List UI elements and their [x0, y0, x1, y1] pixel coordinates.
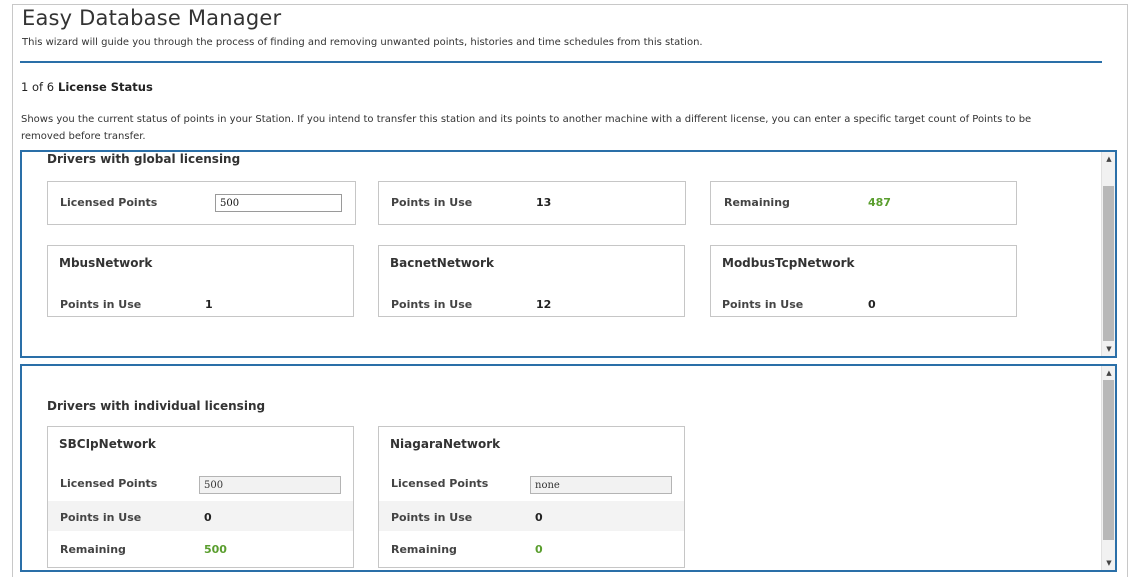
points-in-use-label: Points in Use [391, 511, 473, 524]
points-in-use-label: Points in Use [391, 196, 473, 209]
scroll-down-arrow-icon[interactable]: ▼ [1102, 556, 1115, 570]
network-card-niagara: NiagaraNetwork Licensed Points Points in… [378, 426, 685, 568]
scroll-up-arrow-icon[interactable]: ▲ [1102, 366, 1115, 380]
remaining-value: 500 [204, 543, 227, 556]
network-points-value: 1 [205, 298, 213, 311]
network-card-mbus: MbusNetwork Points in Use 1 [47, 245, 354, 317]
network-name: SBCIpNetwork [59, 437, 156, 451]
network-card-modbus: ModbusTcpNetwork Points in Use 0 [710, 245, 1017, 317]
network-name: BacnetNetwork [390, 256, 494, 270]
remaining-card: Remaining 487 [710, 181, 1017, 225]
global-licensing-panel: Drivers with global licensing Licensed P… [20, 150, 1117, 358]
points-in-use-value: 0 [535, 511, 543, 524]
step-title: License Status [58, 80, 153, 94]
remaining-label: Remaining [724, 196, 790, 209]
app-subtitle: This wizard will guide you through the p… [22, 37, 703, 48]
remaining-value: 0 [535, 543, 543, 556]
points-in-use-value: 0 [204, 511, 212, 524]
points-in-use-value: 13 [536, 196, 552, 209]
licensed-points-field[interactable] [530, 476, 672, 494]
network-points-label: Points in Use [60, 298, 142, 311]
individual-panel-scrollbar[interactable]: ▲ ▼ [1101, 366, 1115, 570]
network-name: ModbusTcpNetwork [722, 256, 855, 270]
licensed-points-label: Licensed Points [60, 477, 158, 490]
licensed-points-label: Licensed Points [391, 477, 489, 490]
points-in-use-card: Points in Use 13 [378, 181, 686, 225]
step-counter: 1 of 6 [21, 80, 55, 94]
licensed-points-label: Licensed Points [60, 196, 158, 209]
network-card-bacnet: BacnetNetwork Points in Use 12 [378, 245, 685, 317]
scroll-thumb[interactable] [1103, 380, 1114, 540]
step-header: 1 of 6 License Status [21, 80, 153, 94]
licensed-points-card: Licensed Points [47, 181, 356, 225]
scroll-down-arrow-icon[interactable]: ▼ [1102, 342, 1115, 356]
scroll-thumb[interactable] [1103, 186, 1114, 341]
step-description: Shows you the current status of points i… [21, 114, 1032, 142]
licensed-points-field[interactable] [199, 476, 341, 494]
global-licensing-title: Drivers with global licensing [47, 152, 241, 166]
network-points-label: Points in Use [722, 298, 804, 311]
remaining-value: 487 [868, 196, 891, 209]
app-title: Easy Database Manager [22, 6, 282, 30]
network-points-value: 12 [536, 298, 552, 311]
remaining-label: Remaining [60, 543, 126, 556]
network-name: MbusNetwork [59, 256, 153, 270]
individual-licensing-title: Drivers with individual licensing [47, 399, 266, 413]
network-points-label: Points in Use [391, 298, 473, 311]
network-name: NiagaraNetwork [390, 437, 501, 451]
network-card-sbcip: SBCIpNetwork Licensed Points Points in U… [47, 426, 354, 568]
remaining-label: Remaining [391, 543, 457, 556]
individual-licensing-panel: Drivers with individual licensing SBCIpN… [20, 364, 1117, 572]
global-panel-scrollbar[interactable]: ▲ ▼ [1101, 152, 1115, 356]
network-points-value: 0 [868, 298, 876, 311]
scroll-up-arrow-icon[interactable]: ▲ [1102, 152, 1115, 166]
points-in-use-label: Points in Use [60, 511, 142, 524]
licensed-points-input[interactable] [215, 194, 342, 212]
title-divider [20, 61, 1102, 63]
